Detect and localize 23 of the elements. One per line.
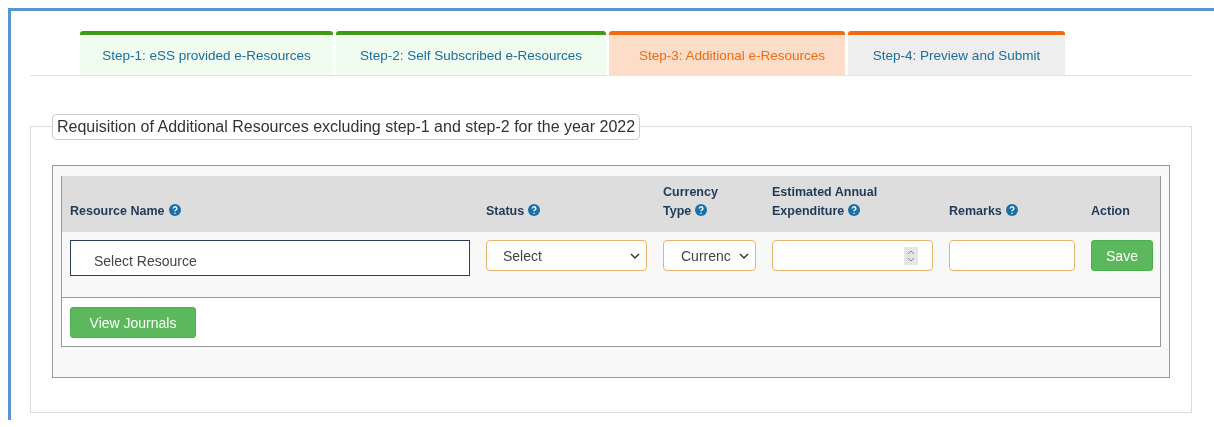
column-header: Estimated Annual Expenditure <box>772 184 879 220</box>
help-icon[interactable] <box>695 204 708 216</box>
help-icon[interactable] <box>848 204 861 216</box>
chevron-down-icon <box>630 252 640 259</box>
resource-select[interactable]: Select Resource <box>70 240 470 276</box>
step-tab[interactable]: Step-4: Preview and Submit <box>848 31 1065 75</box>
spinner-icon[interactable] <box>904 246 918 265</box>
status-select[interactable]: Select <box>486 240 647 271</box>
column-header: Currency Type <box>663 184 719 220</box>
column-header: Resource Name <box>70 202 181 221</box>
help-icon[interactable] <box>1005 204 1018 216</box>
currency-select[interactable]: Currenc <box>663 240 756 271</box>
column-header: Action <box>1091 203 1130 220</box>
step-tab[interactable]: Step-1: eSS provided e-Resources <box>80 31 333 75</box>
help-icon[interactable] <box>168 204 181 216</box>
step-tab[interactable]: Step-2: Self Subscribed e-Resources <box>336 31 606 75</box>
column-header: Remarks <box>949 202 1018 221</box>
column-header: Status <box>486 202 541 221</box>
remarks-input[interactable] <box>949 240 1075 271</box>
expenditure-input[interactable] <box>772 240 933 271</box>
help-icon[interactable] <box>528 204 541 216</box>
chevron-down-icon <box>739 252 749 259</box>
section-legend: Requisition of Additional Resources excluding step-1 and step-2 for the year 2022 <box>52 114 641 140</box>
